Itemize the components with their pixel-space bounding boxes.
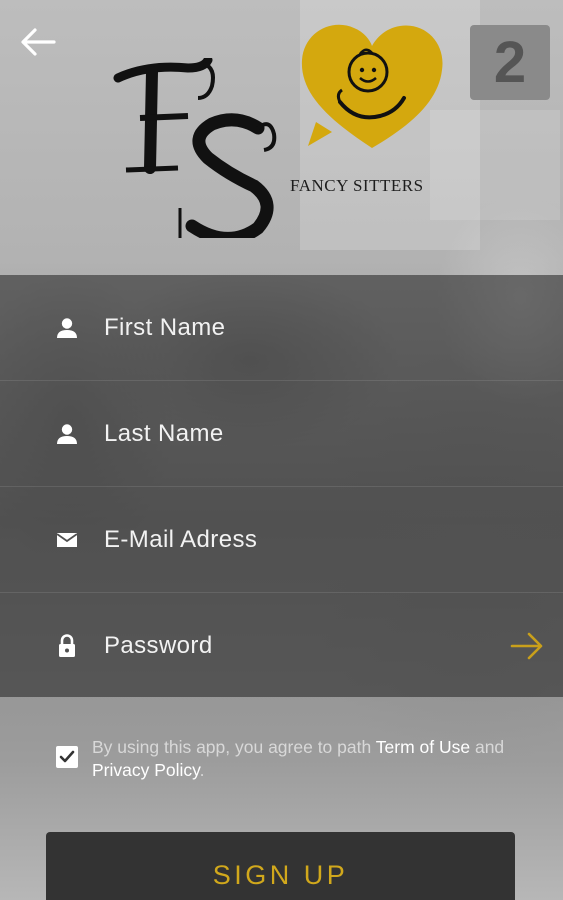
submit-arrow-button[interactable] xyxy=(507,626,547,666)
first-name-row xyxy=(0,275,563,381)
password-input[interactable] xyxy=(104,632,493,660)
terms-checkbox[interactable] xyxy=(56,746,78,768)
arrow-right-icon xyxy=(510,632,543,660)
email-row xyxy=(0,487,563,593)
baby-heart-icon xyxy=(301,24,443,148)
privacy-policy-link[interactable]: Privacy Policy xyxy=(92,760,200,780)
mail-icon xyxy=(56,529,78,551)
arrow-left-icon xyxy=(21,28,56,56)
fs-monogram xyxy=(113,58,277,238)
last-name-input[interactable] xyxy=(104,419,493,448)
terms-agreement: By using this app, you agree to path Ter… xyxy=(56,736,516,782)
user-icon xyxy=(56,317,78,339)
terms-of-use-link[interactable]: Term of Use xyxy=(376,737,470,757)
terms-prefix: By using this app, you agree to path xyxy=(92,737,376,757)
checkmark-icon xyxy=(59,750,75,763)
signup-button[interactable]: SIGN UP xyxy=(46,832,515,900)
last-name-row xyxy=(0,381,563,487)
email-input[interactable] xyxy=(104,525,493,554)
lock-icon xyxy=(56,634,78,657)
app-logo: FANCY SITTERS xyxy=(108,18,448,243)
brand-name: FANCY SITTERS xyxy=(290,176,424,195)
background-number-tile: 2 xyxy=(470,25,550,100)
terms-suffix: . xyxy=(199,760,205,780)
signup-form xyxy=(0,275,563,697)
back-button[interactable] xyxy=(18,22,58,62)
background-lamp xyxy=(430,110,560,220)
terms-and: and xyxy=(470,737,505,757)
password-row xyxy=(0,593,563,699)
first-name-input[interactable] xyxy=(104,313,493,342)
user-icon xyxy=(56,423,78,445)
terms-text: By using this app, you agree to path Ter… xyxy=(92,736,516,782)
